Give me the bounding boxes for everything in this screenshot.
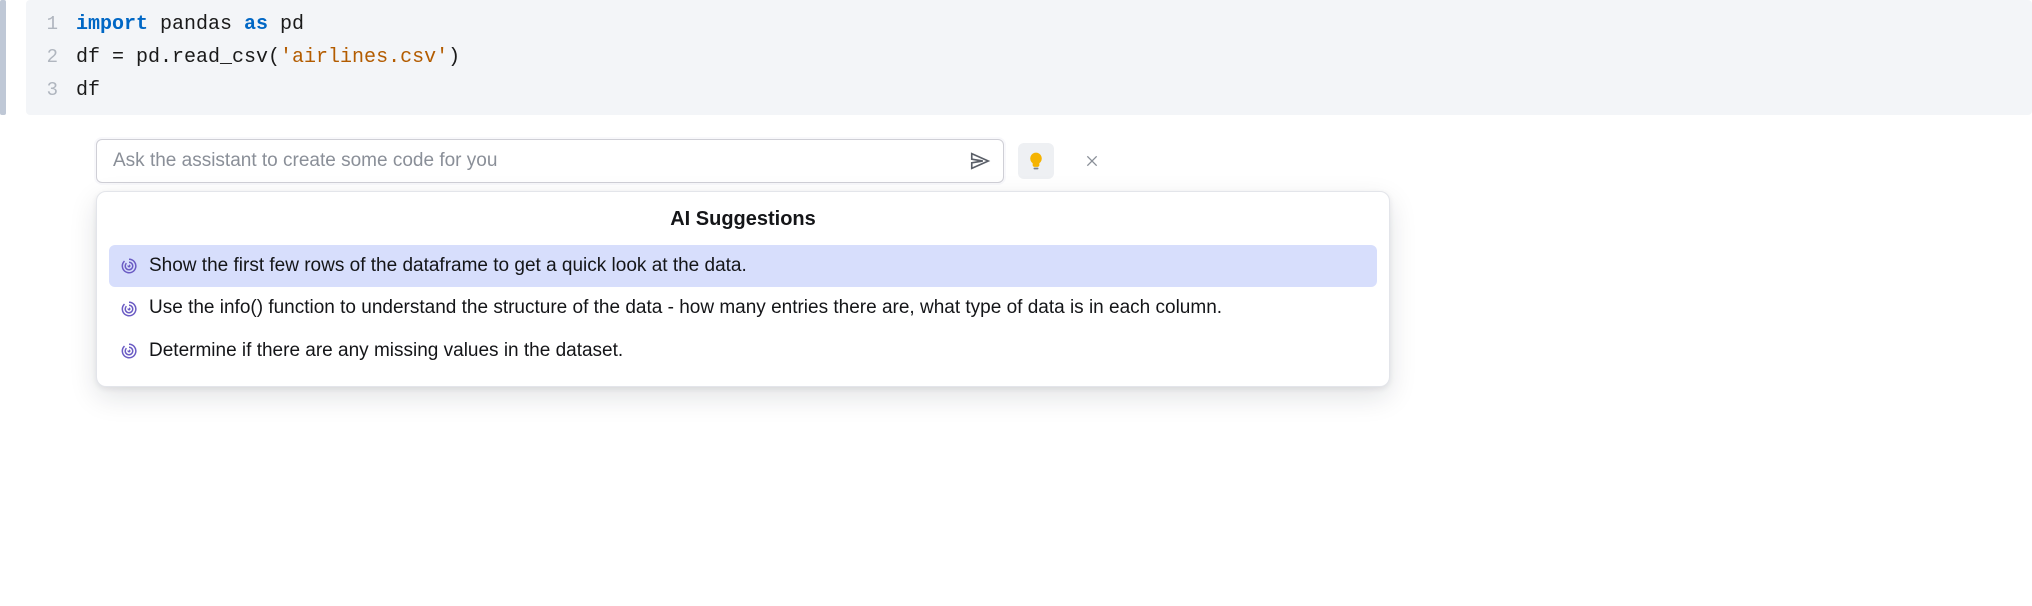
swirl-icon bbox=[119, 341, 139, 361]
suggestions-title: AI Suggestions bbox=[109, 208, 1377, 231]
code-text[interactable]: df bbox=[76, 74, 100, 107]
swirl-icon bbox=[119, 299, 139, 319]
assistant-input-container bbox=[96, 139, 1004, 183]
suggestion-text: Use the info() function to understand th… bbox=[149, 293, 1222, 323]
send-icon bbox=[969, 150, 991, 172]
code-line[interactable]: 1import pandas as pd bbox=[26, 8, 2032, 41]
suggestion-text: Determine if there are any missing value… bbox=[149, 336, 623, 366]
lightbulb-icon bbox=[1026, 151, 1046, 171]
line-number: 2 bbox=[26, 42, 76, 73]
swirl-icon bbox=[119, 256, 139, 276]
ai-suggestions-panel: AI Suggestions Show the first few rows o… bbox=[96, 191, 1390, 387]
assistant-input[interactable] bbox=[111, 149, 965, 173]
send-button[interactable] bbox=[965, 146, 995, 176]
suggestion-item[interactable]: Use the info() function to understand th… bbox=[109, 287, 1377, 329]
suggestion-text: Show the first few rows of the dataframe… bbox=[149, 251, 747, 281]
code-text[interactable]: df = pd.read_csv('airlines.csv') bbox=[76, 41, 460, 74]
assistant-row: AI Suggestions Show the first few rows o… bbox=[96, 139, 2032, 183]
close-icon bbox=[1084, 153, 1100, 169]
cell-run-indicator[interactable] bbox=[0, 0, 6, 115]
code-text[interactable]: import pandas as pd bbox=[76, 8, 304, 41]
line-number: 3 bbox=[26, 75, 76, 106]
suggestion-item[interactable]: Show the first few rows of the dataframe… bbox=[109, 245, 1377, 287]
code-cell: 1import pandas as pd2df = pd.read_csv('a… bbox=[0, 0, 2032, 115]
line-number: 1 bbox=[26, 9, 76, 40]
suggestion-item[interactable]: Determine if there are any missing value… bbox=[109, 330, 1377, 372]
suggestions-list: Show the first few rows of the dataframe… bbox=[109, 245, 1377, 372]
code-line[interactable]: 3df bbox=[26, 74, 2032, 107]
suggestions-toggle-button[interactable] bbox=[1018, 143, 1054, 179]
close-button[interactable] bbox=[1078, 147, 1106, 175]
code-editor[interactable]: 1import pandas as pd2df = pd.read_csv('a… bbox=[26, 0, 2032, 115]
code-line[interactable]: 2df = pd.read_csv('airlines.csv') bbox=[26, 41, 2032, 74]
